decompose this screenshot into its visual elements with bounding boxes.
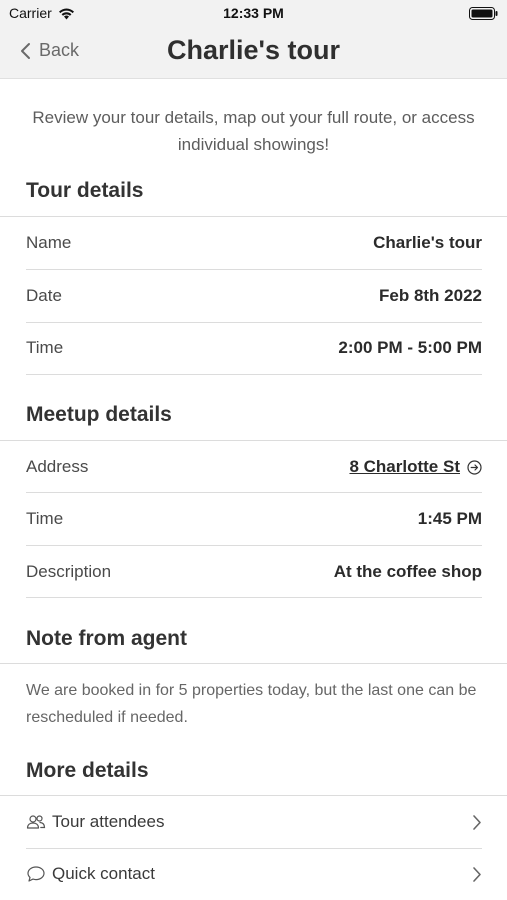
note-heading: Note from agent — [26, 627, 188, 650]
row-value: 8 Charlotte St — [349, 457, 460, 476]
row-value: Charlie's tour — [373, 233, 482, 252]
row-label: Time — [26, 338, 64, 357]
tour-attendees-link[interactable]: Tour attendees — [26, 796, 482, 848]
row-value: 2:00 PM - 5:00 PM — [338, 338, 482, 357]
divider — [0, 663, 507, 664]
divider — [26, 597, 482, 598]
page-title: Charlie's tour — [167, 35, 340, 65]
chevron-right-icon — [473, 814, 481, 830]
quick-contact-link[interactable]: Quick contact — [26, 848, 482, 900]
chevron-right-icon — [473, 866, 481, 882]
link-label-group: Quick contact — [26, 864, 155, 884]
row-label: Name — [26, 233, 72, 252]
link-label: Tour attendees — [52, 812, 165, 831]
agent-note-text: We are booked in for 5 properties today,… — [26, 682, 477, 726]
row-value: At the coffee shop — [333, 562, 482, 581]
tour-time-row: Time 2:00 PM - 5:00 PM — [26, 322, 482, 374]
row-value: Feb 8th 2022 — [379, 286, 482, 305]
battery-icon — [469, 7, 498, 23]
divider — [26, 374, 482, 375]
tour-date-row: Date Feb 8th 2022 — [26, 270, 482, 322]
address-link[interactable]: 8 Charlotte St — [349, 457, 482, 477]
meetup-time-row: Time 1:45 PM — [26, 493, 482, 545]
more-details-heading: More details — [26, 759, 149, 782]
meetup-description-row: Description At the coffee shop — [26, 546, 482, 598]
row-label: Time — [26, 509, 64, 528]
tour-name-row: Name Charlie's tour — [26, 217, 482, 269]
row-label: Date — [26, 286, 62, 305]
arrow-circle-right-icon — [467, 459, 482, 475]
people-icon — [26, 815, 46, 829]
intro-text: Review your tour details, map out your f… — [32, 108, 475, 154]
row-value: 1:45 PM — [417, 509, 482, 528]
link-label: Quick contact — [52, 864, 155, 883]
status-bar: Carrier 12:33 PM — [0, 0, 507, 28]
chat-bubble-icon — [27, 866, 45, 882]
navigation-bar: Back Charlie's tour — [0, 28, 507, 79]
meetup-address-row: Address 8 Charlotte St — [26, 441, 482, 493]
meetup-details-heading: Meetup details — [26, 403, 172, 426]
row-label: Address — [26, 457, 89, 476]
tour-details-heading: Tour details — [26, 179, 144, 202]
row-label: Description — [26, 562, 112, 581]
status-time: 12:33 PM — [223, 5, 284, 21]
link-label-group: Tour attendees — [26, 812, 164, 832]
